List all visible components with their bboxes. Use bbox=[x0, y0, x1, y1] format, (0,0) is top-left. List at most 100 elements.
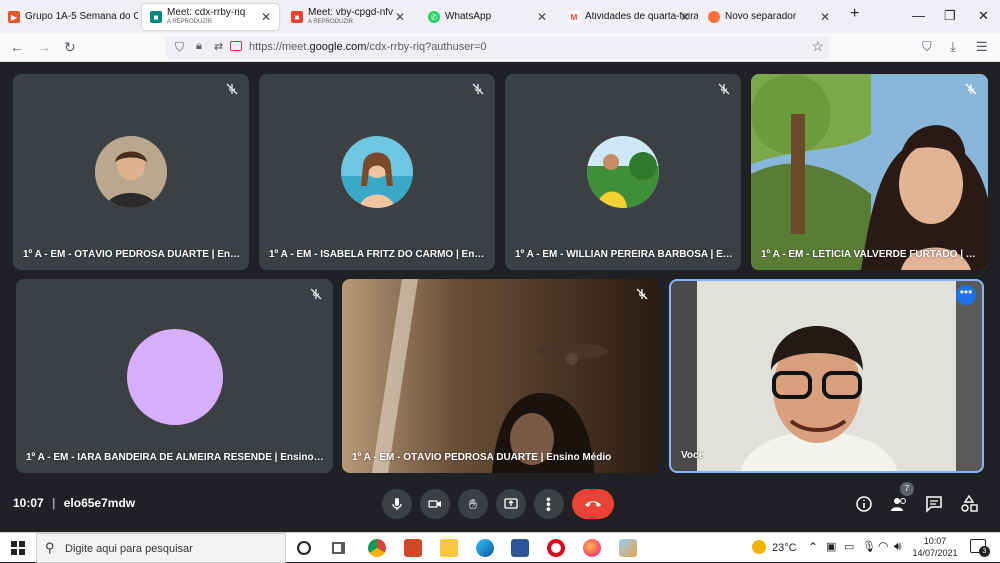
people-icon bbox=[891, 498, 906, 511]
camera-button[interactable] bbox=[420, 489, 450, 519]
more-vert-icon: ••• bbox=[541, 496, 557, 512]
meeting-info-button[interactable] bbox=[852, 492, 876, 516]
meet-icon: ■ bbox=[291, 11, 303, 23]
edge-icon[interactable] bbox=[476, 539, 494, 557]
tab-novo[interactable]: Novo separador ✕ bbox=[700, 4, 838, 30]
people-count-badge: 7 bbox=[900, 482, 914, 496]
tab-gmail[interactable]: M Atividades de quarta-feira ✕ bbox=[560, 4, 698, 30]
volume-icon[interactable]: 🔊︎ bbox=[894, 539, 902, 554]
camera-icon bbox=[428, 500, 441, 508]
end-call-button[interactable] bbox=[572, 489, 614, 519]
present-icon bbox=[504, 498, 518, 509]
chat-icon bbox=[926, 496, 942, 513]
info-icon bbox=[856, 496, 872, 512]
gmail-icon: M bbox=[568, 11, 580, 23]
taskbar-clock[interactable]: 10:07 14/07/2021 bbox=[912, 535, 958, 559]
muted-mic-icon bbox=[226, 83, 238, 95]
tab-meet-cdx[interactable]: ■ Meet: cdx-rrby-riq A REPRODUZIR ✕ bbox=[142, 4, 279, 30]
activities-button[interactable] bbox=[957, 492, 981, 516]
download-icon[interactable]: ⤓ bbox=[950, 39, 956, 55]
task-view-icon[interactable] bbox=[330, 539, 348, 557]
chevron-up-icon[interactable]: ⌃ bbox=[808, 540, 818, 554]
forward-icon[interactable]: → bbox=[37, 39, 51, 55]
meeting-time: 10:07 bbox=[13, 496, 44, 510]
windows-taskbar: ⚲ Digite aqui para pesquisar 23°C ⌃ ▣ ▭ … bbox=[0, 532, 1000, 563]
lock-icon[interactable]: 🔒︎ bbox=[196, 40, 202, 53]
close-tab-icon[interactable]: ✕ bbox=[680, 10, 690, 24]
pocket-icon[interactable]: ⛉ bbox=[922, 39, 932, 55]
avatar bbox=[587, 136, 659, 208]
cortana-icon[interactable] bbox=[297, 541, 311, 555]
bookmark-star-icon[interactable]: ☆ bbox=[811, 38, 824, 55]
microphone-icon bbox=[392, 498, 402, 510]
participant-tile[interactable]: 1º A - EM - WILLIAN PEREIRA BARBOSA | En… bbox=[505, 74, 741, 270]
opera-icon[interactable] bbox=[547, 539, 565, 557]
permissions-icon[interactable]: ⇄ bbox=[214, 40, 223, 53]
camera-tray-icon[interactable]: ▣ bbox=[826, 540, 836, 553]
self-tile[interactable]: ••• Você bbox=[669, 279, 984, 473]
battery-icon[interactable]: ▭ bbox=[844, 540, 854, 553]
separator: | bbox=[52, 496, 56, 510]
restore-icon[interactable]: ❐ bbox=[944, 8, 956, 24]
windows-start-icon[interactable] bbox=[9, 539, 27, 557]
weather-temp[interactable]: 23°C bbox=[772, 542, 797, 554]
microphone-tray-icon[interactable]: 🎙︎ bbox=[862, 540, 876, 553]
paint-icon[interactable] bbox=[619, 539, 637, 557]
raise-hand-button[interactable]: ✋︎ bbox=[458, 489, 488, 519]
video-feed bbox=[342, 279, 659, 473]
hand-icon: ✋︎ bbox=[469, 495, 477, 512]
powerpoint-icon[interactable] bbox=[404, 539, 422, 557]
search-icon: ⚲ bbox=[45, 540, 55, 555]
participant-tile[interactable]: 1º A - EM - OTÁVIO PEDROSA DUARTE | Ensi… bbox=[13, 74, 249, 270]
microphone-button[interactable] bbox=[382, 489, 412, 519]
minimize-icon[interactable]: — bbox=[912, 8, 925, 23]
video-feed bbox=[751, 74, 988, 270]
close-tab-icon[interactable]: ✕ bbox=[820, 10, 830, 24]
whatsapp-icon: ✆ bbox=[428, 11, 440, 23]
browser-tab-bar: ▶ Grupo 1A-5 Semana do C ■ Meet: cdx-rrb… bbox=[0, 0, 1000, 33]
file-explorer-icon[interactable] bbox=[440, 539, 458, 557]
close-tab-icon[interactable]: ✕ bbox=[395, 10, 405, 24]
more-options-icon[interactable]: ••• bbox=[956, 285, 976, 305]
chrome-icon[interactable] bbox=[368, 539, 386, 557]
url-text[interactable]: https://meet.google.com/cdx-rrby-riq?aut… bbox=[249, 41, 487, 53]
muted-mic-icon bbox=[718, 83, 730, 95]
close-tab-icon[interactable]: ✕ bbox=[261, 10, 271, 24]
notifications-icon[interactable]: 3 bbox=[970, 539, 990, 557]
chat-button[interactable] bbox=[922, 492, 946, 516]
people-button[interactable]: 7 bbox=[887, 482, 914, 516]
firefox-icon bbox=[708, 11, 720, 23]
avatar bbox=[341, 136, 413, 208]
browser-nav-bar: ← → ↻ ⛉ 🔒︎ ⇄ https://meet.google.com/cdx… bbox=[0, 33, 1000, 62]
activities-icon bbox=[961, 495, 978, 512]
presentation-icon: ▶ bbox=[8, 11, 20, 23]
present-screen-button[interactable] bbox=[496, 489, 526, 519]
participant-tile[interactable]: 1º A - EM - ISABELA FRITZ DO CARMO | Ens… bbox=[259, 74, 495, 270]
close-tab-icon[interactable]: ✕ bbox=[537, 10, 547, 24]
back-icon[interactable]: ← bbox=[10, 39, 24, 55]
taskbar-search-box[interactable]: ⚲ Digite aqui para pesquisar bbox=[36, 533, 286, 563]
tab-meet-vby[interactable]: ■ Meet: vby-cpgd-nfv A REPRODUZIR ✕ bbox=[283, 4, 413, 30]
participant-tile-video[interactable]: 1º A - EM - LETÍCIA VALVERDE FURTADO | E… bbox=[751, 74, 988, 270]
address-bar[interactable]: ⛉ 🔒︎ ⇄ https://meet.google.com/cdx-rrby-… bbox=[166, 36, 830, 59]
new-tab-icon[interactable]: + bbox=[850, 5, 859, 23]
tab-grupo[interactable]: ▶ Grupo 1A-5 Semana do C bbox=[0, 4, 138, 30]
camera-sharing-icon[interactable] bbox=[230, 41, 242, 51]
avatar bbox=[127, 329, 223, 425]
more-options-button[interactable]: ••• bbox=[534, 489, 564, 519]
shield-icon[interactable]: ⛉ bbox=[175, 40, 184, 55]
weather-icon[interactable] bbox=[752, 540, 766, 554]
meeting-control-bar: 10:07 | elo65e7mdw ✋︎ ••• 7 bbox=[0, 477, 1000, 532]
participant-tile[interactable]: 1º A - EM - IARA BANDEIRA DE ALMEIRA RES… bbox=[16, 279, 333, 473]
menu-icon[interactable]: ☰ bbox=[976, 39, 988, 55]
close-window-icon[interactable]: ✕ bbox=[978, 8, 989, 24]
word-icon[interactable] bbox=[511, 539, 529, 557]
wifi-icon[interactable]: ◠ bbox=[878, 539, 888, 553]
muted-mic-icon bbox=[636, 288, 648, 300]
reload-icon[interactable]: ↻ bbox=[64, 39, 76, 56]
participant-tile-video[interactable]: 1º A - EM - OTÁVIO PEDROSA DUARTE | Ensi… bbox=[342, 279, 659, 473]
firefox-icon[interactable] bbox=[583, 539, 601, 557]
video-feed bbox=[671, 281, 982, 471]
meet-icon: ■ bbox=[150, 11, 162, 23]
tab-whatsapp[interactable]: ✆ WhatsApp ✕ bbox=[420, 4, 555, 30]
